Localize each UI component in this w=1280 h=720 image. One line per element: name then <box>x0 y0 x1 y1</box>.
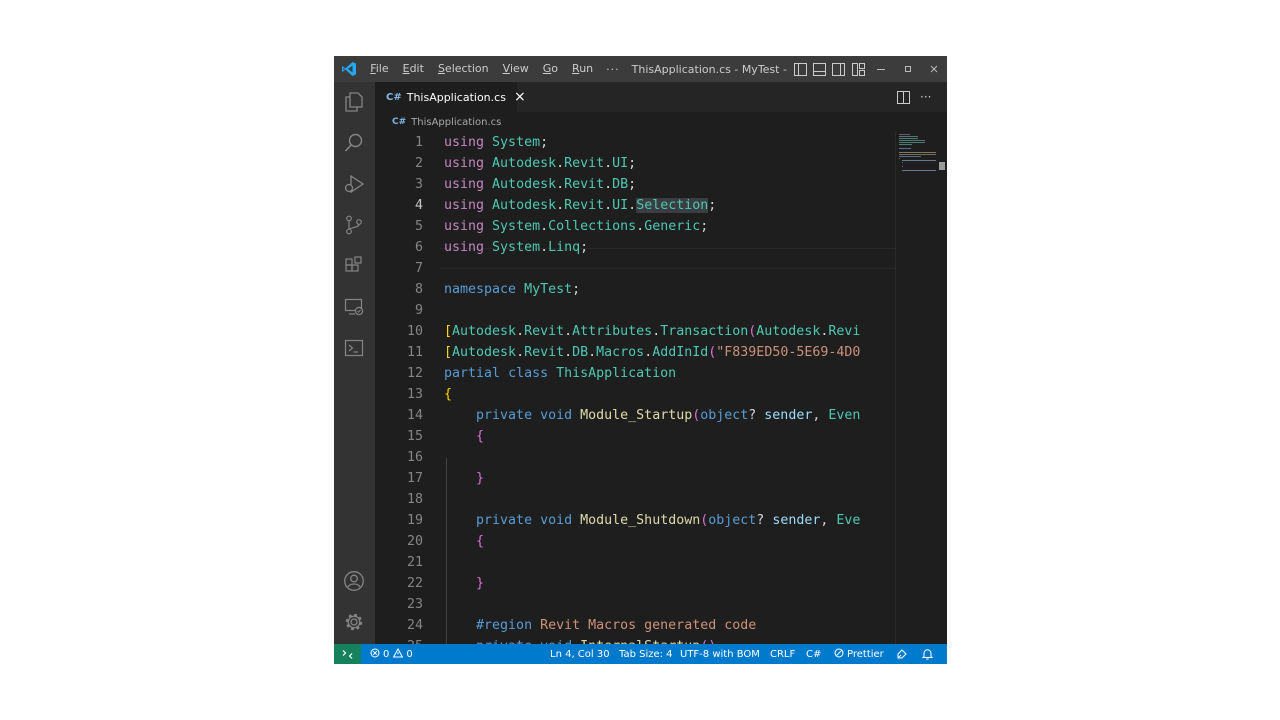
source-control-icon[interactable] <box>342 213 366 237</box>
tab-label: ThisApplication.cs <box>406 90 506 104</box>
language-mode[interactable]: C# <box>806 644 821 664</box>
more-actions-icon[interactable]: ··· <box>920 82 931 112</box>
code-line[interactable]: 2 using Autodesk.Revit.UI; <box>375 153 895 174</box>
code-line[interactable]: 7 <box>375 258 895 279</box>
editor-tab-bar: C# ThisApplication.cs × ··· <box>375 82 947 112</box>
customize-layout-icon[interactable] <box>849 56 868 82</box>
code-line[interactable]: 8 namespace MyTest; <box>375 279 895 300</box>
code-line[interactable]: 21 <box>375 552 895 573</box>
activity-bar <box>334 82 375 644</box>
toggle-secondary-sidebar-icon[interactable] <box>829 56 848 82</box>
code-line[interactable]: 22 } <box>375 573 895 594</box>
extensions-icon[interactable] <box>342 254 366 278</box>
cursor-position[interactable]: Ln 4, Col 30 <box>550 644 610 664</box>
code-editor[interactable]: 1 using System; 2 using Autodesk.Revit.UI;… <box>375 132 895 644</box>
code-line[interactable]: 3 using Autodesk.Revit.DB; <box>375 174 895 195</box>
minimap[interactable] <box>895 132 947 644</box>
notifications-bell-icon[interactable] <box>922 644 933 664</box>
line-ending[interactable]: CRLF <box>770 644 795 664</box>
warning-count: 0 <box>406 648 413 660</box>
code-line[interactable]: 16 <box>375 447 895 468</box>
code-line[interactable]: 19 private void Module_Shutdown(object? … <box>375 510 895 531</box>
menu-go[interactable]: Go <box>536 56 565 82</box>
code-line[interactable]: 18 <box>375 489 895 510</box>
prettier-label: Prettier <box>847 648 884 660</box>
vscode-window: File Edit Selection View Go Run ··· This… <box>334 56 947 664</box>
code-line[interactable]: 5 using System.Collections.Generic; <box>375 216 895 237</box>
menu-edit[interactable]: Edit <box>396 56 431 82</box>
code-line[interactable]: 14 private void Module_Startup(object? s… <box>375 405 895 426</box>
title-bar: File Edit Selection View Go Run ··· This… <box>334 56 947 82</box>
account-icon[interactable] <box>342 569 366 593</box>
warning-icon <box>393 647 404 661</box>
more-menu-button[interactable]: ··· <box>600 63 626 76</box>
code-line-current[interactable]: 4 using Autodesk.Revit.UI.Selection; <box>375 195 895 216</box>
status-bar: 0 0 Ln 4, Col 30 Tab Size: 4 UTF-8 with … <box>334 644 947 664</box>
tab-close-icon[interactable]: × <box>514 89 526 105</box>
run-debug-icon[interactable] <box>342 172 366 196</box>
toggle-panel-icon[interactable] <box>810 56 829 82</box>
code-line[interactable]: 24 #region Revit Macros generated code <box>375 615 895 636</box>
explorer-icon[interactable] <box>342 90 366 114</box>
code-line[interactable]: 15 { <box>375 426 895 447</box>
tab-thisapplication-cs[interactable]: C# ThisApplication.cs × <box>375 82 526 112</box>
code-line[interactable]: 11 [Autodesk.Revit.DB.Macros.AddInId("F83… <box>375 342 895 363</box>
close-window-icon[interactable] <box>921 56 947 82</box>
window-title: ThisApplication.cs - MyTest - Visu... <box>631 62 791 76</box>
vscode-logo-icon <box>334 56 363 82</box>
settings-gear-icon[interactable] <box>342 610 366 634</box>
minimize-icon[interactable] <box>868 56 894 82</box>
tab-size[interactable]: Tab Size: 4 <box>619 644 673 664</box>
csharp-file-icon: C# <box>392 117 407 127</box>
feedback-icon[interactable] <box>896 644 908 664</box>
terminal-icon[interactable] <box>342 336 366 360</box>
code-line[interactable]: 25 private void InternalStartup() <box>375 636 895 644</box>
code-line[interactable]: 20 { <box>375 531 895 552</box>
maximize-icon[interactable] <box>894 56 920 82</box>
remote-indicator-icon[interactable] <box>334 644 361 664</box>
menu-run[interactable]: Run <box>565 56 600 82</box>
code-line[interactable]: 23 <box>375 594 895 615</box>
search-icon[interactable] <box>342 131 366 155</box>
code-line[interactable]: 9 <box>375 300 895 321</box>
split-editor-icon[interactable] <box>897 82 910 112</box>
remote-explorer-icon[interactable] <box>342 295 366 319</box>
prettier-disabled-icon <box>834 648 844 661</box>
code-line[interactable]: 13{ <box>375 384 895 405</box>
code-line[interactable]: 10 [Autodesk.Revit.Attributes.Transaction… <box>375 321 895 342</box>
error-icon <box>370 648 380 661</box>
menu-selection[interactable]: Selection <box>431 56 496 82</box>
breadcrumb-file[interactable]: ThisApplication.cs <box>411 117 501 128</box>
error-count: 0 <box>383 648 390 660</box>
breadcrumb[interactable]: C# ThisApplication.cs <box>375 112 895 132</box>
code-line[interactable]: 6 using System.Linq; <box>375 237 895 258</box>
code-line[interactable]: 1 using System; <box>375 132 895 153</box>
problems-indicator[interactable]: 0 0 <box>370 644 413 664</box>
menu-file[interactable]: File <box>363 56 395 82</box>
prettier-status[interactable]: Prettier <box>834 644 884 664</box>
menu-view[interactable]: View <box>496 56 536 82</box>
code-line[interactable]: 17 } <box>375 468 895 489</box>
file-encoding[interactable]: UTF-8 with BOM <box>680 644 760 664</box>
code-line[interactable]: 12 partial class ThisApplication <box>375 363 895 384</box>
csharp-file-icon: C# <box>386 91 402 103</box>
toggle-primary-sidebar-icon[interactable] <box>790 56 809 82</box>
